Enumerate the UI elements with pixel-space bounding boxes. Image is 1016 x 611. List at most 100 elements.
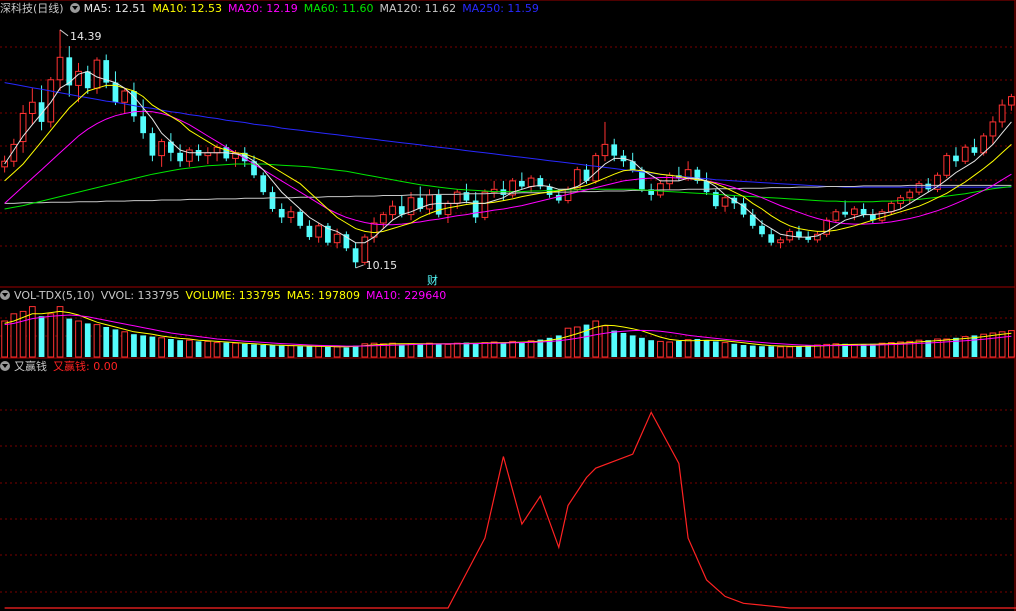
volume-bar[interactable] bbox=[703, 340, 710, 357]
candle[interactable] bbox=[407, 192, 415, 221]
candle[interactable] bbox=[103, 54, 110, 89]
volume-bar[interactable] bbox=[851, 344, 858, 358]
volume-bar[interactable] bbox=[564, 327, 572, 358]
volume-bar[interactable] bbox=[786, 346, 794, 358]
volume-bar[interactable] bbox=[407, 343, 415, 358]
volume-bar[interactable] bbox=[38, 316, 45, 357]
candle[interactable] bbox=[251, 155, 257, 179]
candle[interactable] bbox=[749, 208, 756, 229]
candle[interactable] bbox=[426, 189, 433, 215]
volume-bar[interactable] bbox=[453, 342, 461, 358]
volume-bar[interactable] bbox=[47, 313, 55, 358]
candle[interactable] bbox=[814, 231, 821, 243]
volume-bar[interactable] bbox=[490, 341, 498, 358]
volume-bar[interactable] bbox=[998, 331, 1006, 358]
volume-bar[interactable] bbox=[140, 335, 147, 357]
stock-chart[interactable]: 14.39 10.15 财 bbox=[0, 0, 1016, 611]
candle[interactable] bbox=[527, 175, 535, 193]
candle[interactable] bbox=[352, 242, 359, 268]
candle[interactable] bbox=[934, 172, 941, 193]
volume-bar[interactable] bbox=[823, 343, 831, 358]
candle[interactable] bbox=[509, 178, 516, 198]
candle[interactable] bbox=[131, 82, 137, 122]
volume-bar[interactable] bbox=[768, 346, 775, 357]
volume-bar[interactable] bbox=[805, 345, 812, 357]
candle[interactable] bbox=[832, 208, 840, 224]
volume-bar[interactable] bbox=[213, 342, 221, 358]
volume-bar[interactable] bbox=[759, 346, 765, 357]
volume-bar[interactable] bbox=[777, 346, 784, 358]
volume-bar[interactable] bbox=[694, 339, 701, 357]
volume-bar[interactable] bbox=[195, 341, 202, 357]
volume-bar[interactable] bbox=[84, 323, 91, 357]
candle[interactable] bbox=[703, 172, 710, 195]
candle[interactable] bbox=[694, 166, 701, 184]
candle[interactable] bbox=[306, 220, 313, 240]
volume-bar[interactable] bbox=[463, 342, 470, 357]
volume-bar[interactable] bbox=[481, 342, 489, 358]
candle[interactable] bbox=[444, 200, 452, 224]
volume-bar[interactable] bbox=[648, 340, 655, 357]
candle[interactable] bbox=[315, 223, 323, 243]
volume-bar[interactable] bbox=[989, 332, 997, 358]
candle[interactable] bbox=[712, 189, 719, 209]
candle[interactable] bbox=[56, 29, 64, 92]
candle[interactable] bbox=[472, 192, 479, 224]
volume-bar[interactable] bbox=[177, 340, 183, 357]
volume-bar[interactable] bbox=[232, 342, 239, 358]
volume-bar[interactable] bbox=[56, 306, 64, 358]
volume-bar[interactable] bbox=[684, 339, 692, 358]
volume-bar[interactable] bbox=[112, 329, 119, 357]
volume-bar[interactable] bbox=[527, 340, 535, 358]
candle[interactable] bbox=[325, 223, 331, 246]
candle[interactable] bbox=[269, 186, 276, 212]
volume-bar[interactable] bbox=[500, 342, 507, 357]
volume-bar[interactable] bbox=[417, 343, 424, 357]
candle[interactable] bbox=[878, 208, 886, 224]
volume-bar[interactable] bbox=[158, 337, 165, 358]
indicator-panel-menu-icon[interactable] bbox=[0, 361, 10, 371]
candle[interactable] bbox=[112, 71, 119, 106]
volume-bar[interactable] bbox=[860, 344, 867, 357]
candle[interactable] bbox=[842, 200, 848, 218]
candle[interactable] bbox=[998, 99, 1006, 128]
volume-bar[interactable] bbox=[796, 346, 802, 357]
volume-bar[interactable] bbox=[352, 345, 359, 357]
volume-bar[interactable] bbox=[814, 344, 821, 358]
candle[interactable] bbox=[592, 152, 600, 184]
candle[interactable] bbox=[168, 133, 174, 162]
price-panel[interactable] bbox=[1, 29, 1015, 268]
candle[interactable] bbox=[657, 180, 664, 198]
volume-bar[interactable] bbox=[721, 342, 729, 358]
candle[interactable] bbox=[343, 231, 350, 252]
volume-bar[interactable] bbox=[241, 343, 248, 357]
volume-bar[interactable] bbox=[472, 343, 479, 357]
volume-bar[interactable] bbox=[398, 344, 405, 357]
volume-bar[interactable] bbox=[75, 320, 82, 358]
volume-bar[interactable] bbox=[573, 326, 581, 358]
volume-bar[interactable] bbox=[712, 341, 719, 357]
candle[interactable] bbox=[158, 138, 165, 167]
volume-bar[interactable] bbox=[287, 345, 295, 358]
candle[interactable] bbox=[389, 200, 396, 221]
candle[interactable] bbox=[490, 180, 498, 198]
volume-bar[interactable] bbox=[333, 346, 341, 358]
volume-bar[interactable] bbox=[980, 333, 988, 358]
volume-bar[interactable] bbox=[444, 343, 452, 358]
candle[interactable] bbox=[1008, 93, 1015, 111]
candle[interactable] bbox=[518, 172, 525, 190]
candle[interactable] bbox=[260, 172, 267, 195]
volume-bar[interactable] bbox=[269, 345, 276, 357]
volume-bar[interactable] bbox=[731, 343, 738, 357]
indicator-line[interactable] bbox=[4, 410, 1016, 609]
candle[interactable] bbox=[961, 144, 969, 165]
volume-bar[interactable] bbox=[435, 343, 442, 357]
candle[interactable] bbox=[38, 85, 45, 131]
price-panel-menu-icon[interactable] bbox=[69, 3, 80, 13]
volume-bar[interactable] bbox=[426, 342, 433, 358]
volume-bar[interactable] bbox=[204, 340, 212, 358]
volume-bar[interactable] bbox=[131, 334, 137, 357]
volume-bar[interactable] bbox=[251, 344, 257, 357]
candle[interactable] bbox=[897, 194, 904, 209]
volume-bar[interactable] bbox=[103, 327, 110, 357]
